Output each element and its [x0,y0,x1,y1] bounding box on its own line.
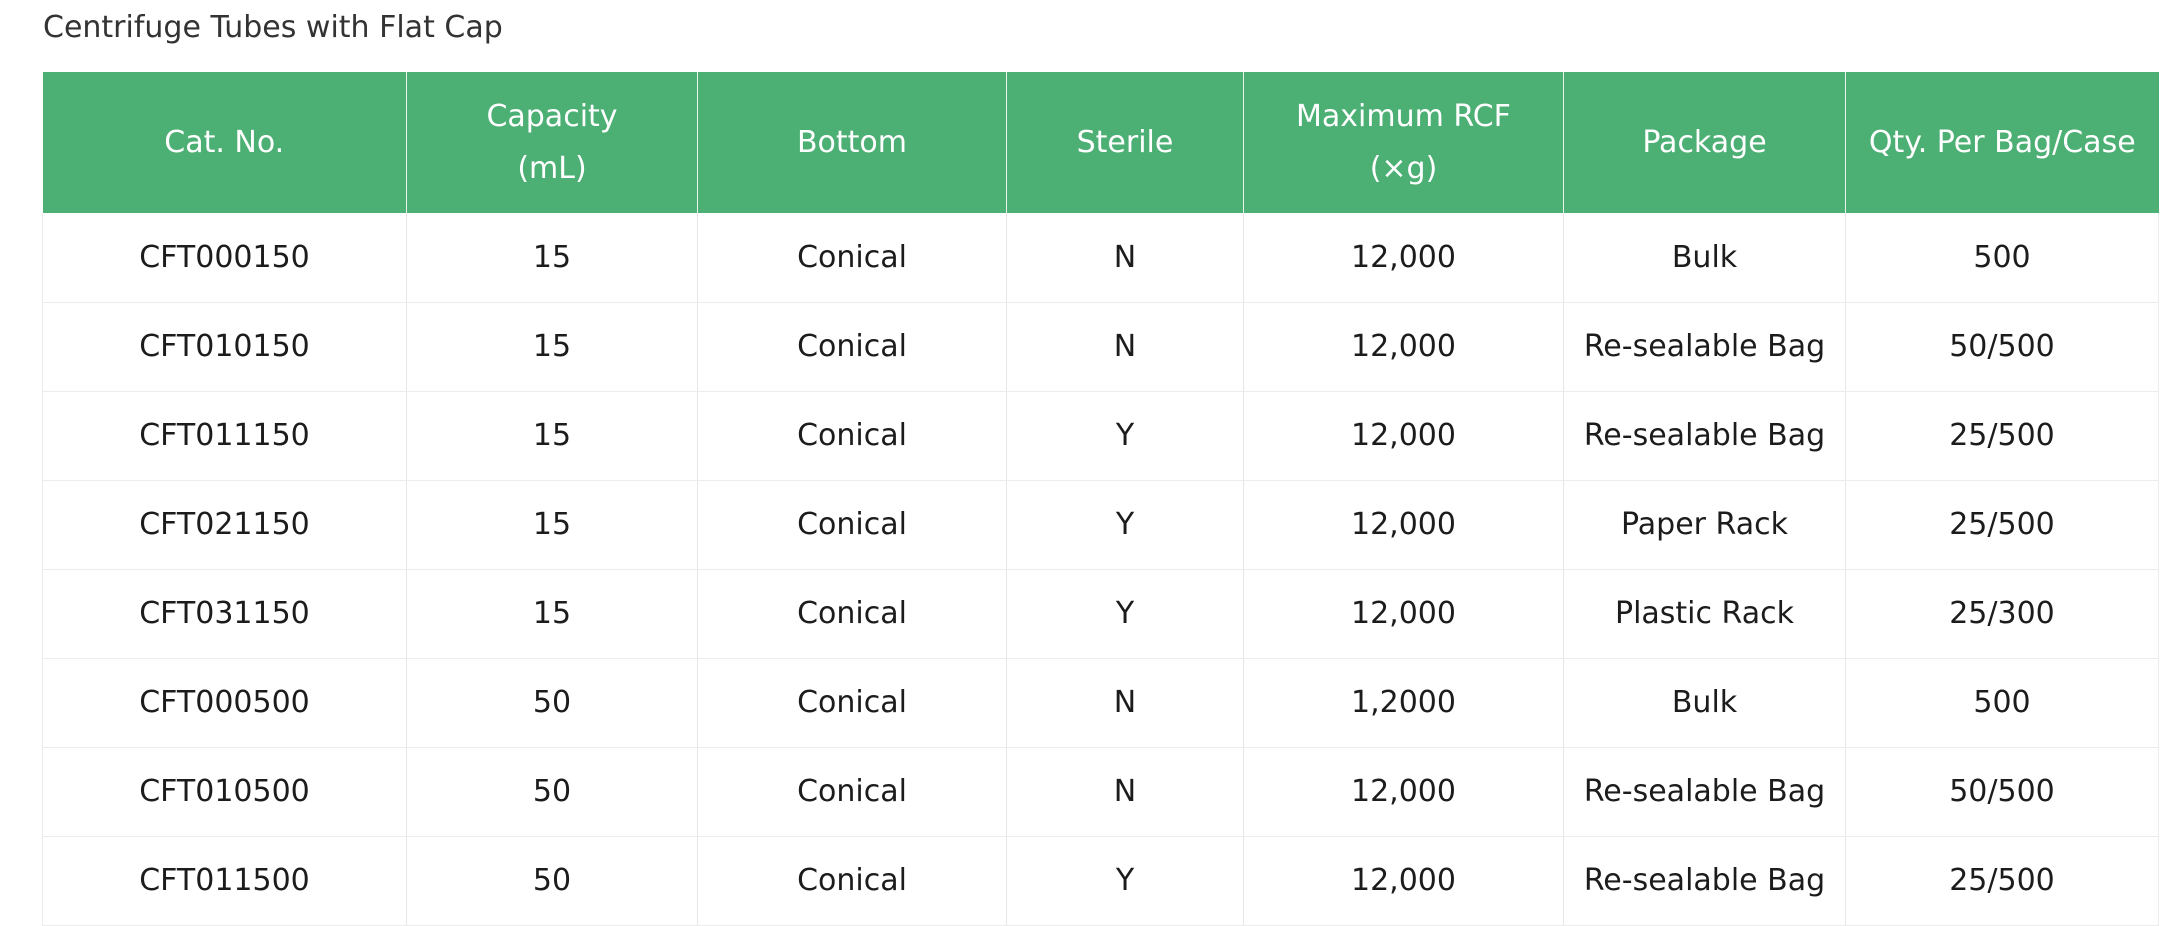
cell-bottom: Conical [697,747,1007,837]
table-row: CFT010150 15 Conical N 12,000 Re-sealabl… [42,302,2159,392]
cell-sterile: Y [1006,569,1244,659]
cell-package: Re-sealable Bag [1563,836,1846,926]
cell-sterile: N [1006,658,1244,748]
cell-package: Plastic Rack [1563,569,1846,659]
cell-cat-no: CFT010500 [42,747,407,837]
cell-cat-no: CFT000150 [42,213,407,303]
table-row: CFT021150 15 Conical Y 12,000 Paper Rack… [42,480,2159,570]
cell-bottom: Conical [697,213,1007,303]
cell-bottom: Conical [697,836,1007,926]
cell-capacity: 15 [406,480,698,570]
header-bottom: Bottom [697,72,1007,213]
page-title: Centrifuge Tubes with Flat Cap [43,10,503,45]
cell-cat-no: CFT031150 [42,569,407,659]
header-sterile: Sterile [1006,72,1244,213]
cell-sterile: Y [1006,391,1244,481]
cell-maximum-rcf: 12,000 [1243,391,1564,481]
cell-package: Paper Rack [1563,480,1846,570]
cell-cat-no: CFT011150 [42,391,407,481]
header-capacity: Capacity (mL) [406,72,698,213]
cell-cat-no: CFT011500 [42,836,407,926]
cell-sterile: Y [1006,480,1244,570]
table-row: CFT031150 15 Conical Y 12,000 Plastic Ra… [42,569,2159,659]
cell-maximum-rcf: 1,2000 [1243,658,1564,748]
cell-qty: 500 [1845,213,2159,303]
cell-cat-no: CFT000500 [42,658,407,748]
product-table: Cat. No. Capacity (mL) Bottom Sterile Ma… [42,72,2159,926]
cell-qty: 25/500 [1845,836,2159,926]
cell-bottom: Conical [697,480,1007,570]
cell-maximum-rcf: 12,000 [1243,480,1564,570]
cell-capacity: 15 [406,391,698,481]
cell-capacity: 50 [406,836,698,926]
cell-package: Bulk [1563,658,1846,748]
cell-sterile: N [1006,213,1244,303]
cell-maximum-rcf: 12,000 [1243,213,1564,303]
cell-cat-no: CFT010150 [42,302,407,392]
cell-sterile: N [1006,302,1244,392]
cell-package: Re-sealable Bag [1563,747,1846,837]
header-qty-per-bag-case: Qty. Per Bag/Case [1845,72,2159,213]
cell-maximum-rcf: 12,000 [1243,836,1564,926]
cell-cat-no: CFT021150 [42,480,407,570]
table-header-row: Cat. No. Capacity (mL) Bottom Sterile Ma… [42,72,2159,213]
cell-capacity: 15 [406,569,698,659]
cell-capacity: 50 [406,747,698,837]
cell-package: Bulk [1563,213,1846,303]
cell-package: Re-sealable Bag [1563,391,1846,481]
cell-qty: 25/500 [1845,480,2159,570]
table-row: CFT000500 50 Conical N 1,2000 Bulk 500 [42,658,2159,748]
cell-qty: 50/500 [1845,302,2159,392]
cell-maximum-rcf: 12,000 [1243,569,1564,659]
cell-bottom: Conical [697,302,1007,392]
cell-sterile: Y [1006,836,1244,926]
cell-capacity: 15 [406,302,698,392]
cell-sterile: N [1006,747,1244,837]
cell-qty: 25/300 [1845,569,2159,659]
cell-maximum-rcf: 12,000 [1243,302,1564,392]
cell-qty: 500 [1845,658,2159,748]
cell-maximum-rcf: 12,000 [1243,747,1564,837]
cell-qty: 50/500 [1845,747,2159,837]
cell-qty: 25/500 [1845,391,2159,481]
table-row: CFT011150 15 Conical Y 12,000 Re-sealabl… [42,391,2159,481]
header-cat-no: Cat. No. [42,72,407,213]
cell-capacity: 15 [406,213,698,303]
table-row: CFT011500 50 Conical Y 12,000 Re-sealabl… [42,836,2159,926]
table-row: CFT000150 15 Conical N 12,000 Bulk 500 [42,213,2159,303]
cell-bottom: Conical [697,658,1007,748]
table-row: CFT010500 50 Conical N 12,000 Re-sealabl… [42,747,2159,837]
cell-capacity: 50 [406,658,698,748]
cell-bottom: Conical [697,391,1007,481]
cell-package: Re-sealable Bag [1563,302,1846,392]
header-package: Package [1563,72,1846,213]
cell-bottom: Conical [697,569,1007,659]
header-maximum-rcf: Maximum RCF (×g) [1243,72,1564,213]
